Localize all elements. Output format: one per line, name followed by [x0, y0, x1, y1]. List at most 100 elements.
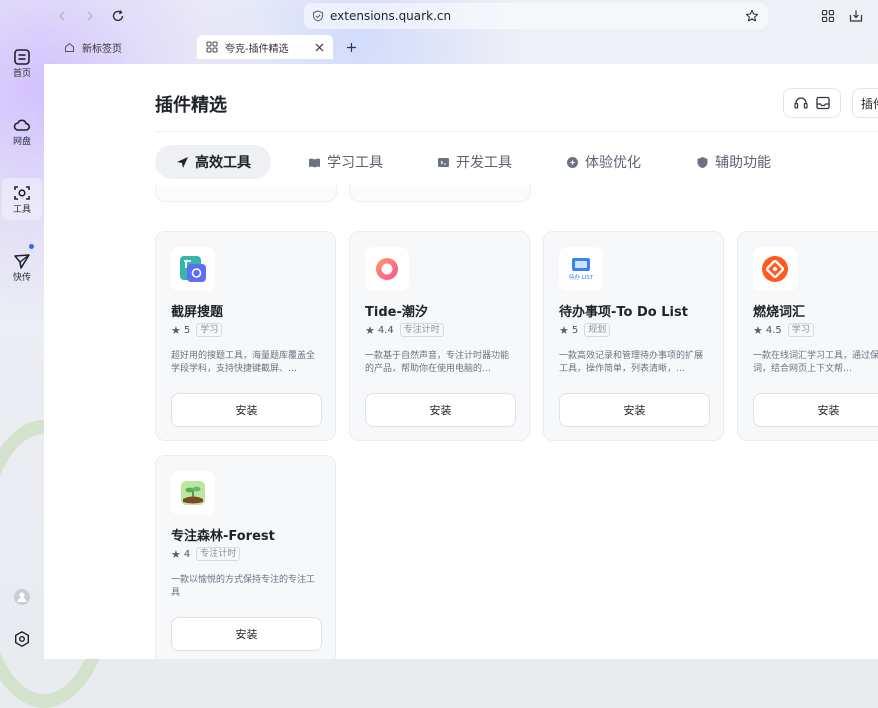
extension-description: 一款以愉悦的方式保持专注的专注工具: [171, 575, 316, 598]
extension-meta: ★ 5 学习: [171, 323, 223, 337]
category-tab-accessibility[interactable]: 辅助功能: [695, 145, 771, 179]
star-icon: [745, 9, 759, 22]
shield-secure-icon: [312, 10, 324, 22]
scrolled-card-edge: [155, 185, 337, 202]
extension-meta: ★ 4.4 专注计时: [365, 323, 444, 337]
page-title: 插件精选: [155, 95, 227, 116]
notification-dot: [29, 244, 34, 249]
rail-item-home[interactable]: 首页: [0, 40, 44, 86]
header-action-group: [783, 88, 841, 118]
headset-icon[interactable]: [793, 95, 809, 111]
todo-list-icon: 待办 LIST: [559, 247, 603, 291]
category-tab-efficiency[interactable]: 高效工具: [155, 145, 271, 179]
rail-item-quick-transfer[interactable]: 快传: [0, 244, 44, 290]
close-icon: [315, 43, 323, 51]
book-icon: [307, 155, 321, 169]
star-icon: ★: [365, 323, 375, 337]
extension-name: 专注森林-Forest: [171, 529, 275, 544]
tab-title: 新标签页: [82, 43, 122, 55]
extension-card[interactable]: 待办 LIST 待办事项-To Do List ★ 5 规划 一款高效记录和管理…: [543, 231, 724, 441]
category-label: 开发工具: [456, 155, 512, 171]
plus-icon: [346, 42, 356, 52]
todo-logo-text: 待办 LIST: [569, 273, 594, 281]
extension-meta: ★ 4 专注计时: [171, 547, 241, 561]
extension-rating: 4: [183, 548, 191, 560]
extension-name: Tide-潮汐: [365, 305, 428, 320]
paper-plane-icon: [14, 253, 30, 269]
tab-new-tab[interactable]: 新标签页: [54, 35, 184, 59]
address-bar[interactable]: extensions.quark.cn: [304, 3, 768, 29]
install-button[interactable]: 安装: [365, 393, 516, 427]
close-tab-button[interactable]: [311, 39, 327, 55]
star-icon: ★: [171, 547, 181, 561]
extension-grid-icon: [205, 40, 219, 54]
extension-card[interactable]: Tide-潮汐 ★ 4.4 专注计时 一款基于自然声音，专注计时器功能的产品，帮…: [349, 231, 530, 441]
house-icon: [62, 40, 76, 54]
rail-item-cloud-drive[interactable]: 网盘: [0, 108, 44, 154]
star-icon: ★: [559, 323, 569, 337]
new-tab-button[interactable]: [341, 37, 361, 57]
rail-settings[interactable]: [0, 616, 44, 662]
user-avatar[interactable]: [0, 574, 44, 620]
tide-ring-icon: [365, 247, 409, 291]
scrolled-card-edge: [349, 185, 531, 202]
avatar-icon: [14, 589, 30, 605]
extension-card[interactable]: 燃烧词汇 ★ 4.5 学习 一款在线词汇学习工具，通过保存生词，结合网页上下文帮…: [737, 231, 878, 441]
page-content: 插件精选 插件 高效工具 学习工具 开发工具 体验优化 辅助功能: [44, 64, 878, 659]
rail-item-label: 工具: [12, 204, 31, 215]
home-icon: [14, 48, 30, 65]
url-text: extensions.quark.cn: [330, 9, 452, 23]
back-button[interactable]: [52, 6, 72, 26]
install-button[interactable]: 安装: [171, 393, 322, 427]
category-label: 体验优化: [585, 155, 641, 171]
extension-description: 超好用的搜题工具，海量题库覆盖全学段学科，支持快捷键截屏、…: [171, 351, 316, 374]
category-label: 辅助功能: [715, 155, 771, 171]
sparkle-icon: [565, 155, 579, 169]
header-divider: [155, 131, 878, 132]
extension-tag: 专注计时: [399, 323, 444, 337]
reload-icon: [112, 10, 124, 22]
category-tab-learning[interactable]: 学习工具: [307, 145, 383, 179]
chevron-right-icon: [87, 11, 93, 21]
extension-description: 一款高效记录和管理待办事项的扩展工具，操作简单，列表清晰，…: [559, 351, 704, 374]
category-label: 高效工具: [195, 155, 251, 171]
category-tab-development[interactable]: 开发工具: [436, 145, 512, 179]
extensions-button[interactable]: [818, 6, 838, 26]
tab-title: 夸克-插件精选: [225, 43, 289, 55]
search-question-icon: [171, 247, 215, 291]
burn-words-icon: [753, 247, 797, 291]
extension-rating: 4.4: [377, 324, 394, 336]
category-tab-experience[interactable]: 体验优化: [565, 145, 641, 179]
extension-description: 一款基于自然声音，专注计时器功能的产品，帮助你在使用电脑的…: [365, 351, 510, 374]
install-button[interactable]: 安装: [559, 393, 710, 427]
forest-sprout-icon: [171, 471, 215, 515]
rail-item-label: 快传: [12, 272, 31, 283]
rail-item-tools[interactable]: 工具: [0, 176, 44, 222]
extension-rating: 5: [183, 324, 191, 336]
reload-button[interactable]: [108, 6, 128, 26]
extension-name: 待办事项-To Do List: [559, 305, 688, 320]
install-button[interactable]: 安装: [171, 617, 322, 651]
inbox-tray-icon[interactable]: [815, 95, 831, 111]
extension-management-button[interactable]: 插件: [852, 88, 878, 118]
extension-description: 一款在线词汇学习工具，通过保存生词，结合网页上下文帮…: [753, 351, 878, 374]
forward-button[interactable]: [80, 6, 100, 26]
tab-quark-extensions[interactable]: 夸克-插件精选: [197, 35, 333, 59]
install-button[interactable]: 安装: [753, 393, 878, 427]
download-button[interactable]: [846, 6, 866, 26]
extension-tag: 学习: [196, 323, 223, 337]
extension-rating: 5: [571, 324, 579, 336]
bookmark-star-button[interactable]: [742, 6, 762, 26]
extension-meta: ★ 5 规划: [559, 323, 611, 337]
code-icon: [436, 155, 450, 169]
left-rail: 首页 网盘 工具 快传: [0, 0, 44, 659]
category-label: 学习工具: [327, 155, 383, 171]
extension-tag: 专注计时: [196, 547, 241, 561]
extension-card[interactable]: 专注森林-Forest ★ 4 专注计时 一款以愉悦的方式保持专注的专注工具 安…: [155, 455, 336, 659]
extension-name: 截屏搜题: [171, 305, 224, 320]
extension-tag: 规划: [584, 323, 611, 337]
extension-card[interactable]: 截屏搜题 ★ 5 学习 超好用的搜题工具，海量题库覆盖全学段学科，支持快捷键截屏…: [155, 231, 336, 441]
shield-icon: [695, 155, 709, 169]
star-icon: ★: [753, 323, 763, 337]
extension-meta: ★ 4.5 学习: [753, 323, 814, 337]
